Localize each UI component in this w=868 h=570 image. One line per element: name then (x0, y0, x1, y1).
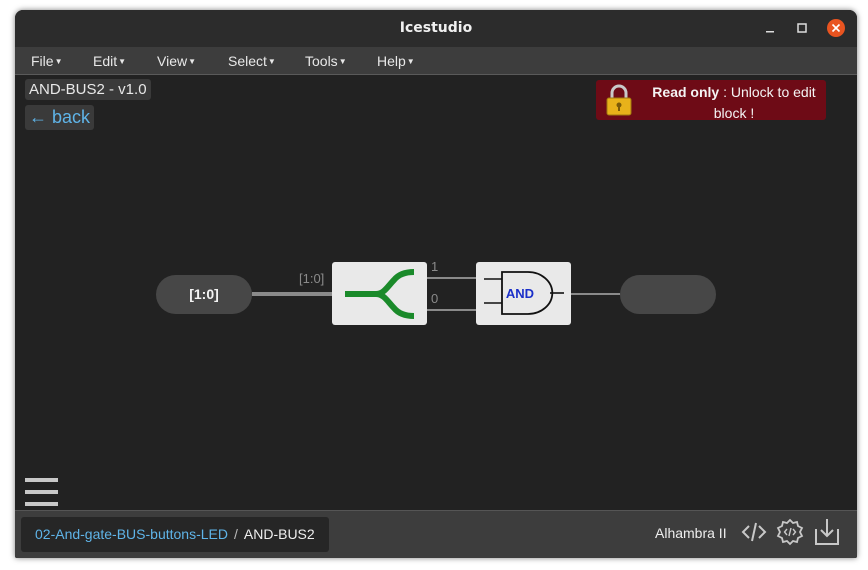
menu-file[interactable]: File▼ (31, 53, 62, 69)
maximize-icon[interactable] (793, 19, 811, 37)
title-bar: Icestudio (15, 10, 857, 47)
menu-select[interactable]: Select▼ (228, 53, 276, 69)
code-icon[interactable] (740, 517, 768, 547)
status-bar: 02-And-gate-BUS-buttons-LED / AND-BUS2 Alh… (15, 510, 857, 558)
output-port[interactable] (620, 275, 716, 314)
window-title: Icestudio (399, 20, 473, 36)
split-icon (345, 269, 415, 319)
download-icon[interactable] (813, 517, 841, 547)
design-canvas[interactable]: AND-BUS2 - v1.0 ← back Read only : Unloc… (15, 75, 857, 511)
menu-help[interactable]: Help▼ (377, 53, 415, 69)
and-gate-block[interactable]: AND (476, 262, 571, 325)
breadcrumb-separator: / (234, 526, 238, 542)
input-port[interactable]: [1:0] (156, 275, 252, 314)
menu-edit[interactable]: Edit▼ (93, 53, 126, 69)
gear-icon[interactable] (776, 517, 804, 547)
bus-wire-label: [1:0] (299, 271, 325, 286)
close-icon[interactable] (827, 19, 845, 37)
breadcrumb: 02-And-gate-BUS-buttons-LED / AND-BUS2 (21, 517, 329, 552)
app-window: Icestudio File▼ Edit▼ View▼ Select▼ Tool… (15, 10, 857, 558)
split-label-0: 0 (431, 291, 439, 306)
hamburger-icon[interactable] (25, 478, 58, 508)
and-gate-label: AND (505, 286, 535, 301)
menu-bar: File▼ Edit▼ View▼ Select▼ Tools▼ Help▼ (15, 47, 857, 75)
breadcrumb-parent[interactable]: 02-And-gate-BUS-buttons-LED (35, 526, 228, 542)
minimize-icon[interactable] (761, 19, 779, 37)
board-name[interactable]: Alhambra II (655, 525, 727, 541)
split-label-1: 1 (431, 259, 439, 274)
breadcrumb-current: AND-BUS2 (243, 526, 315, 542)
menu-view[interactable]: View▼ (157, 53, 196, 69)
menu-tools[interactable]: Tools▼ (305, 53, 347, 69)
bus-split-block[interactable] (332, 262, 427, 325)
